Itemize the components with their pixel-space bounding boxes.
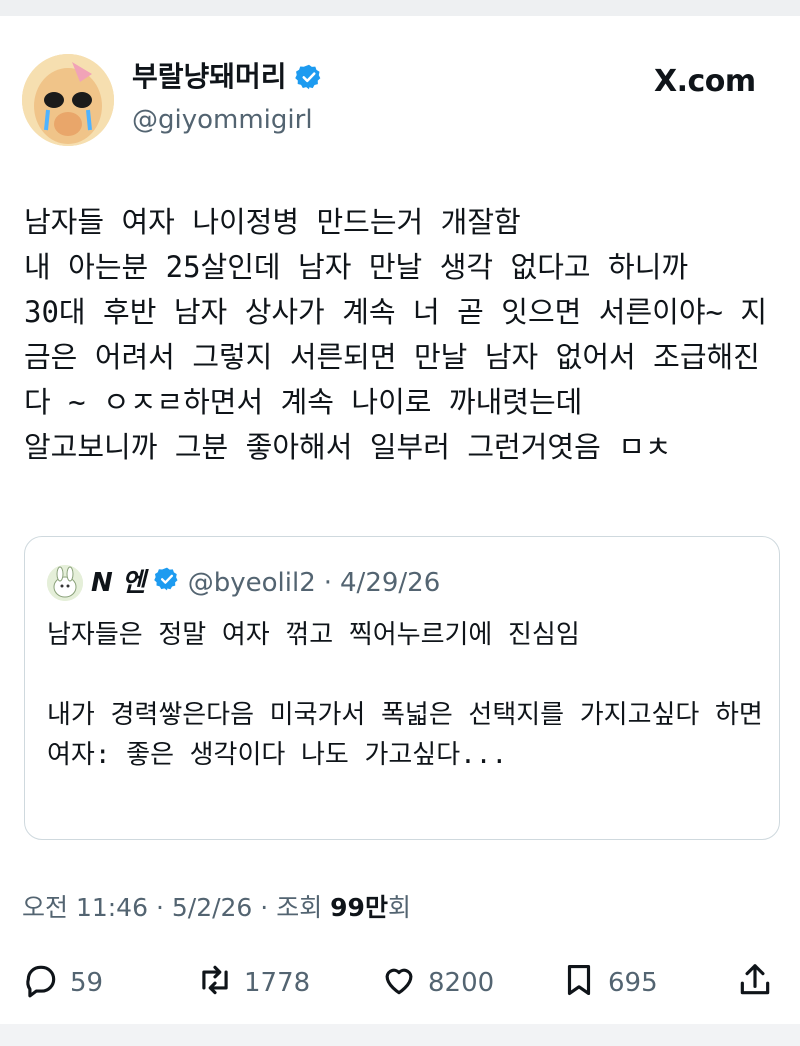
quoted-author-avatar bbox=[47, 565, 83, 601]
tweet-time[interactable]: 오전 11:46 bbox=[22, 893, 148, 922]
retweet-button[interactable]: 1778 bbox=[196, 958, 310, 1008]
quoted-tweet[interactable]: N 엔 @byeolil2 · 4/29/26 남자들은 정말 여자 꺾고 찍어… bbox=[24, 536, 780, 840]
action-bar: 59 1778 8200 695 bbox=[0, 958, 800, 1008]
bookmark-button[interactable]: 695 bbox=[560, 958, 658, 1008]
views-label: 조회 bbox=[276, 893, 323, 922]
quoted-author-handle: @byeolil2 bbox=[187, 568, 316, 598]
share-icon bbox=[736, 961, 774, 1006]
x-logo[interactable]: X.com bbox=[654, 64, 756, 100]
quoted-verified-badge-icon bbox=[153, 566, 180, 600]
quoted-tweet-header: N 엔 @byeolil2 · 4/29/26 bbox=[47, 565, 440, 601]
author-name-row[interactable]: 부랄냥돼머리 bbox=[132, 60, 323, 94]
author-display-name[interactable]: 부랄냥돼머리 bbox=[132, 60, 287, 94]
author-handle[interactable]: @giyommigirl bbox=[132, 104, 313, 136]
views-suffix: 회 bbox=[387, 893, 411, 922]
quoted-author-name: N 엔 bbox=[91, 568, 146, 598]
meta-separator: · bbox=[260, 893, 277, 922]
bookmark-count: 695 bbox=[608, 968, 658, 998]
share-button[interactable] bbox=[736, 958, 774, 1008]
meta-separator: · bbox=[155, 893, 172, 922]
tweet-date[interactable]: 5/2/26 bbox=[172, 893, 252, 922]
tweet-meta: 오전 11:46 · 5/2/26 · 조회 99만회 bbox=[22, 892, 411, 924]
quoted-tweet-text: 남자들은 정말 여자 꺾고 찍어누르기에 진심임 내가 경력쌓은다음 미국가서 … bbox=[47, 620, 763, 770]
reply-icon bbox=[22, 961, 60, 1006]
retweet-count: 1778 bbox=[244, 968, 311, 998]
like-count: 8200 bbox=[428, 968, 495, 998]
retweet-icon bbox=[196, 961, 234, 1006]
bookmark-icon bbox=[560, 961, 598, 1006]
quoted-date: 4/29/26 bbox=[340, 568, 441, 598]
views-count: 99만 bbox=[330, 893, 388, 922]
reply-count: 59 bbox=[70, 968, 104, 998]
verified-badge-icon bbox=[294, 63, 323, 91]
reply-button[interactable]: 59 bbox=[22, 958, 103, 1008]
status-strip bbox=[0, 0, 800, 16]
bottom-strip bbox=[0, 1024, 800, 1046]
author-avatar[interactable] bbox=[22, 54, 114, 146]
quoted-separator: · bbox=[323, 568, 333, 598]
like-icon bbox=[380, 961, 418, 1006]
tweet-text: 남자들 여자 나이정병 만드는거 개잘함 내 아는분 25살인데 남자 만날 생… bbox=[24, 205, 768, 464]
like-button[interactable]: 8200 bbox=[380, 958, 494, 1008]
